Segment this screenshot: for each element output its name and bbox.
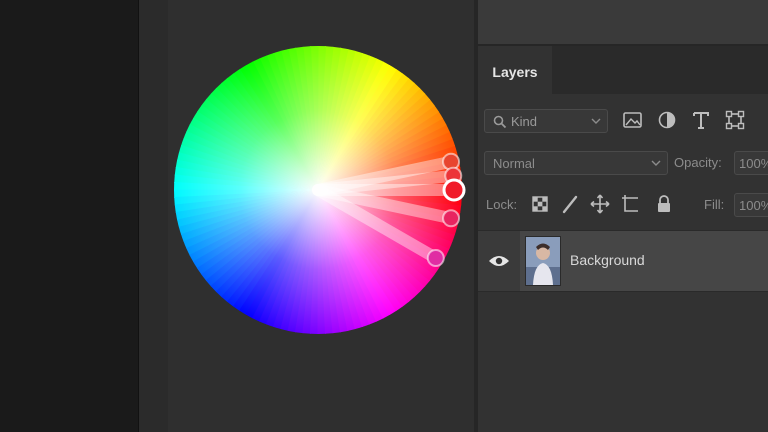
chevron-down-icon	[651, 160, 661, 166]
search-icon	[493, 115, 507, 129]
lock-image-pixels-icon[interactable]	[560, 192, 580, 216]
visibility-toggle[interactable]	[478, 231, 520, 291]
layer-thumbnail	[526, 237, 560, 285]
adjustment-filter-icon[interactable]	[656, 108, 678, 132]
shape-filter-icon[interactable]	[724, 108, 746, 132]
lock-transparent-pixels-icon[interactable]	[530, 192, 550, 216]
lock-artboard-icon[interactable]	[620, 192, 640, 216]
chevron-down-icon	[591, 118, 601, 124]
filter-kind-label: Kind	[511, 114, 538, 129]
color-handle-selected[interactable]	[442, 178, 466, 202]
type-filter-icon[interactable]	[690, 108, 712, 132]
toolbar-strip	[138, 0, 168, 432]
fill-label: Fill:	[704, 197, 725, 212]
opacity-label: Opacity:	[674, 155, 722, 170]
lock-all-icon[interactable]	[654, 192, 674, 216]
blend-mode-value: Normal	[493, 156, 535, 171]
eye-icon	[489, 256, 509, 266]
color-handle[interactable]	[426, 249, 445, 267]
panel-tab-row: Layers	[478, 46, 768, 94]
layer-filter-select[interactable]: Kind	[484, 109, 608, 133]
fill-input[interactable]: 100%	[734, 193, 768, 217]
color-wheel[interactable]	[168, 0, 474, 432]
layer-row-background[interactable]: Background	[478, 230, 768, 292]
image-filter-icon[interactable]	[622, 108, 644, 132]
app-left-edge	[0, 0, 138, 432]
layer-name: Background	[570, 252, 645, 268]
lock-position-icon[interactable]	[590, 192, 610, 216]
layer-item[interactable]: Background	[520, 231, 768, 291]
layers-panel: Layers Kind Normal Opacity: 100% Lo	[478, 0, 768, 432]
blend-mode-select[interactable]: Normal	[484, 151, 668, 175]
tab-layers[interactable]: Layers	[478, 46, 552, 94]
lock-label: Lock:	[486, 197, 518, 212]
color-handle[interactable]	[442, 209, 461, 228]
panel-top-bar	[478, 0, 768, 46]
opacity-input[interactable]: 100%	[734, 151, 768, 175]
